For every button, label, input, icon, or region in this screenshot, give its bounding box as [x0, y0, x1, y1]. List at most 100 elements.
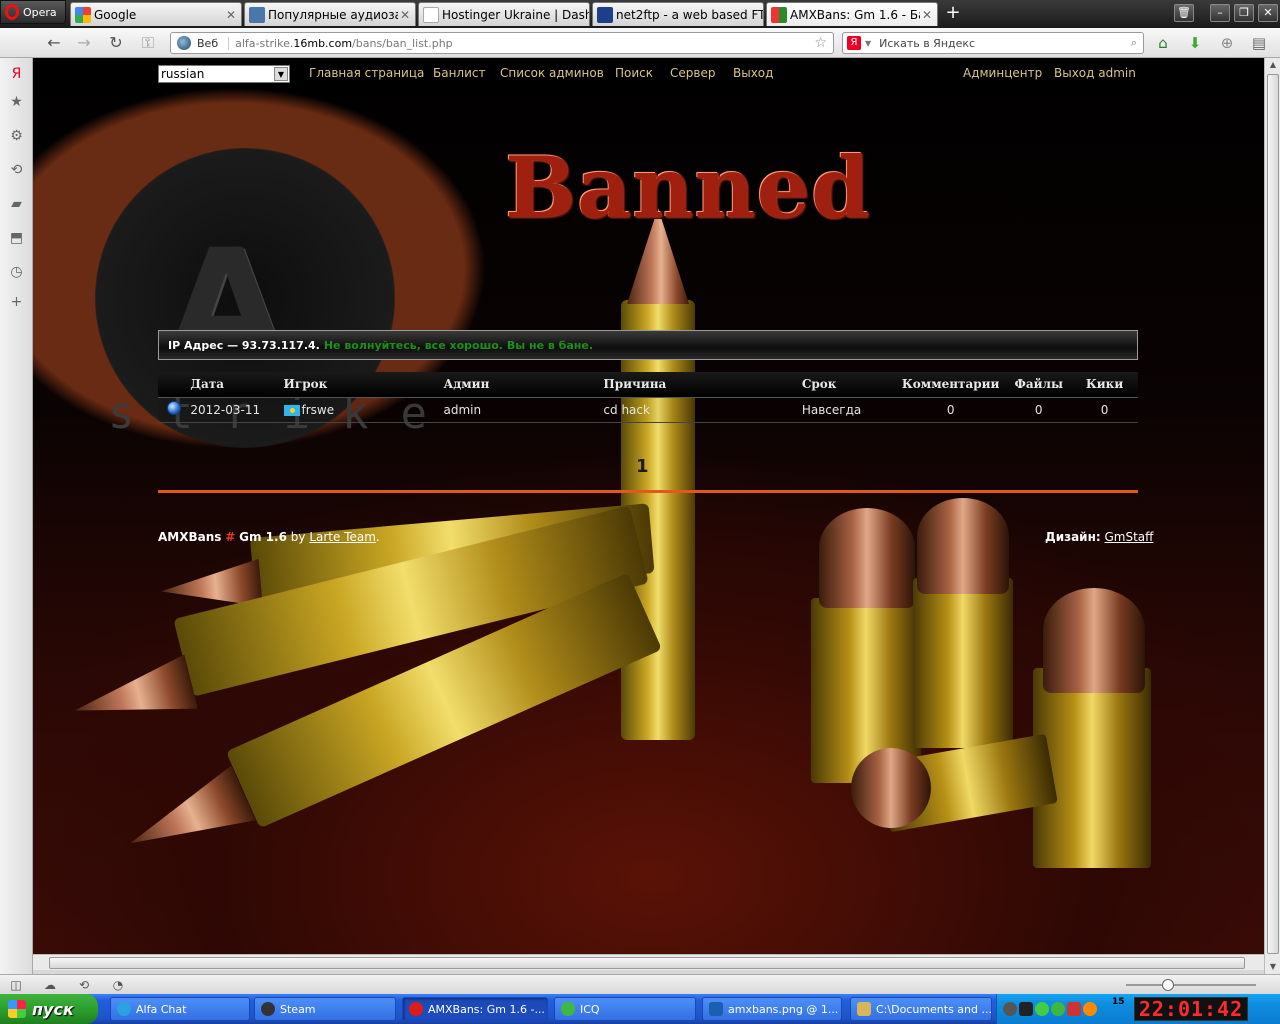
ban-files: 0 [1006, 397, 1072, 423]
table-header-row: Дата Игрок Админ Причина Срок Комментари… [158, 372, 1138, 398]
settings-gear-icon[interactable]: ⚙ [8, 128, 25, 145]
task-opera-amxbans[interactable]: AMXBans: Gm 1.6 -... [402, 997, 548, 1021]
menu-home[interactable]: Главная страница [309, 66, 424, 80]
close-tab-icon[interactable]: ✕ [398, 8, 412, 22]
add-panel-icon[interactable]: + [8, 294, 25, 311]
download-icon[interactable]: ⬇ [1185, 33, 1205, 53]
scroll-thumb[interactable] [1267, 74, 1279, 954]
vertical-scrollbar[interactable]: ▲ ▼ [1264, 58, 1280, 974]
menu-logout-admin[interactable]: Выход admin [1054, 66, 1136, 80]
task-label: C:\Documents and ... [876, 1002, 992, 1016]
downloads-panel-icon[interactable]: ⬒ [8, 230, 25, 247]
unite-icon[interactable]: ⟲ [76, 977, 92, 993]
tab-net2ftp[interactable]: net2ftp - a web based FT... [592, 2, 764, 26]
zoom-slider-knob[interactable] [1162, 979, 1174, 991]
tray-shield-icon[interactable] [1035, 1002, 1049, 1016]
zoom-slider[interactable] [1126, 979, 1256, 991]
footer-hash: # [225, 530, 236, 544]
url-text[interactable]: alfa-strike.16mb.com/bans/ban_list.php [235, 37, 453, 50]
chevron-down-icon[interactable]: ▼ [865, 39, 871, 48]
col-header-files[interactable]: Файлы [1006, 372, 1072, 398]
speed-icon[interactable]: ◔ [110, 977, 126, 993]
tab-label: Hostinger Ukraine | Dash... [442, 7, 589, 22]
scroll-up-icon[interactable]: ▲ [1266, 58, 1280, 72]
tab-amxbans[interactable]: AMXBans: Gm 1.6 - Банл... ✕ [766, 2, 938, 26]
address-field[interactable]: Веб alfa-strike.16mb.com/bans/ban_list.p… [170, 32, 834, 54]
tab-bar: Opera Google ✕ Популярные аудиозаписи ✕ … [0, 0, 1280, 28]
clock[interactable]: 22:01:42 [1134, 997, 1248, 1021]
col-header-reason[interactable]: Причина [603, 372, 802, 398]
menu-admin-center[interactable]: Админцентр [963, 66, 1042, 80]
new-tab-icon[interactable]: + [944, 4, 962, 22]
col-header-date[interactable]: Дата [190, 372, 284, 398]
scroll-down-icon[interactable]: ▼ [1266, 960, 1280, 974]
ban-list-table: Дата Игрок Админ Причина Срок Комментари… [158, 372, 1138, 423]
notes-icon[interactable]: ▰ [8, 196, 25, 213]
horizontal-scrollbar[interactable] [33, 954, 1264, 970]
bookmarks-star-icon[interactable]: ★ [8, 94, 25, 111]
task-steam[interactable]: Steam [254, 997, 396, 1021]
pagination-current-page[interactable]: 1 [636, 456, 649, 477]
folder-icon [857, 1002, 871, 1016]
tray-steam-icon[interactable] [1019, 1002, 1033, 1016]
menu-banlist[interactable]: Банлист [433, 66, 486, 80]
task-explorer[interactable]: C:\Documents and ... [850, 997, 992, 1021]
zoom-icon[interactable]: ⊕ [1217, 33, 1237, 53]
bookmark-star-icon[interactable]: ☆ [814, 35, 827, 51]
minimize-window-button[interactable]: – [1210, 4, 1230, 22]
yandex-panel-icon[interactable]: Я [8, 66, 25, 83]
menu-logout[interactable]: Выход [733, 66, 773, 80]
ip-address-text: IP Адрес — 93.73.117.4. [168, 338, 320, 352]
col-header-term[interactable]: Срок [801, 372, 895, 398]
start-button[interactable]: пуск [0, 994, 98, 1024]
search-icon[interactable]: ⌕ [1131, 36, 1137, 50]
task-label: ICQ [580, 1002, 600, 1016]
history-clock-icon[interactable]: ◷ [8, 264, 25, 281]
tray-update-icon[interactable] [1083, 1002, 1097, 1016]
cloud-icon[interactable]: ☁ [42, 977, 58, 993]
footer-team-link[interactable]: Larte Team [309, 530, 376, 544]
reload-icon[interactable]: ↻ [105, 33, 127, 53]
tab-google[interactable]: Google ✕ [70, 2, 242, 26]
footer-version: Gm 1.6 [239, 530, 287, 544]
tray-arrow-icon[interactable] [1003, 1002, 1017, 1016]
task-label: Steam [280, 1002, 316, 1016]
tray-icq-icon[interactable] [1051, 1002, 1065, 1016]
tab-label: AMXBans: Gm 1.6 - Банл... [790, 7, 920, 22]
home-icon[interactable]: ⌂ [1153, 33, 1173, 53]
tray-flag-icon[interactable] [1067, 1002, 1081, 1016]
close-tab-icon[interactable]: ✕ [224, 8, 238, 22]
footer-design-link[interactable]: GmStaff [1105, 530, 1154, 544]
tab-audio[interactable]: Популярные аудиозаписи ✕ [244, 2, 416, 26]
menu-server[interactable]: Сервер [670, 66, 715, 80]
task-icq[interactable]: ICQ [554, 997, 696, 1021]
back-icon[interactable]: ← [43, 33, 65, 53]
task-alfa-chat[interactable]: Alfa Chat [110, 997, 250, 1021]
dropdown-arrow-icon[interactable]: ▼ [274, 67, 288, 81]
menu-admin-list[interactable]: Список админов [500, 66, 604, 80]
close-window-button[interactable]: ✕ [1258, 4, 1278, 22]
trash-icon[interactable]: 🗑 [1174, 4, 1194, 22]
menu-search[interactable]: Поиск [615, 66, 653, 80]
language-select[interactable]: russian ▼ [158, 65, 290, 83]
col-header-comments[interactable]: Комментарии [894, 372, 1007, 398]
ban-status-message: Не волнуйтесь, все хорошо. Вы не в бане. [323, 338, 593, 352]
tab-hostinger[interactable]: Hostinger Ukraine | Dash... [418, 2, 590, 26]
col-header-kicks[interactable]: Кики [1071, 372, 1138, 398]
country-flag-icon [283, 404, 300, 416]
restore-window-button[interactable]: ❐ [1234, 4, 1254, 22]
page-menu-icon[interactable]: ▤ [1249, 33, 1269, 53]
opera-menu-button[interactable]: Opera [0, 0, 66, 24]
table-row[interactable]: 2012-03-11 frswe admin cd hack Навсегда … [158, 397, 1138, 423]
task-photoshop[interactable]: amxbans.png @ 1... [702, 997, 842, 1021]
search-placeholder: Искать в Яндекс [879, 36, 976, 50]
panel-toggle-icon[interactable]: ◫ [8, 977, 24, 993]
close-tab-icon[interactable]: ✕ [920, 8, 934, 22]
col-header-player[interactable]: Игрок [283, 372, 444, 398]
horizontal-scroll-thumb[interactable] [49, 957, 1245, 969]
search-field[interactable]: Я ▼ Искать в Яндекс ⌕ [842, 32, 1144, 54]
share-icon[interactable]: ⟲ [8, 162, 25, 179]
col-header-admin[interactable]: Админ [443, 372, 604, 398]
forward-icon[interactable]: → [73, 33, 95, 53]
key-icon[interactable]: ⚿ [137, 33, 159, 53]
